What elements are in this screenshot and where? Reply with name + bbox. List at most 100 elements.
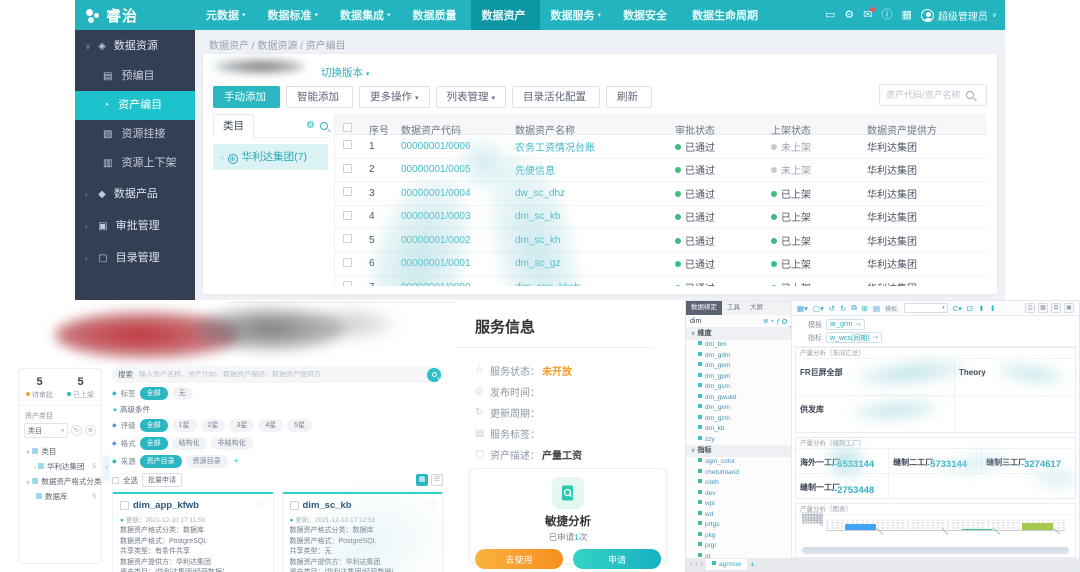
paste-icon[interactable]: ⊞ <box>862 304 868 313</box>
toolbar-button[interactable]: 刷新 <box>606 86 652 108</box>
gear-icon[interactable]: ⚙ <box>844 10 854 21</box>
tree-item[interactable]: ∨类目 <box>19 444 101 459</box>
dimension-item[interactable]: dm_gwukd <box>686 393 791 404</box>
tree-node-group[interactable]: ›⊕华利达集团(7) <box>213 144 328 170</box>
collapse-handle[interactable]: › <box>103 455 110 481</box>
dimension-item[interactable]: dm_bm <box>686 340 791 351</box>
favorite-icon[interactable]: ♡ <box>258 499 266 510</box>
asset-name-link[interactable]: dw_sc_dhz <box>515 188 675 199</box>
market-search-input[interactable] <box>139 371 443 378</box>
metric-item[interactable]: pkg <box>686 531 791 542</box>
nav-item[interactable]: 数据标准 ▾ <box>257 0 330 30</box>
filter-pill[interactable]: 4星 <box>258 419 283 432</box>
bi-tab[interactable]: 大屏 <box>745 301 768 315</box>
up-icon[interactable]: ⬆ <box>978 304 984 313</box>
kpi-cell[interactable]: 海外一工厂-6533144 <box>796 449 889 474</box>
add-source-button[interactable]: + <box>234 456 239 466</box>
search-button[interactable] <box>427 368 441 382</box>
asset-code-link[interactable]: 00000001/0003 <box>401 211 515 222</box>
dimension-item[interactable]: dm_gem <box>686 361 791 372</box>
row-checkbox[interactable] <box>343 234 352 243</box>
bi-tab[interactable]: 工具 <box>722 301 745 315</box>
redo-icon[interactable]: ↻ <box>840 304 846 313</box>
toolbar-button[interactable]: 智能添加 <box>286 86 353 108</box>
metric-item[interactable]: sgm_color <box>686 457 791 468</box>
gear-icon[interactable]: ⚙ <box>85 425 96 436</box>
apps-icon[interactable]: ▦ <box>901 10 911 21</box>
search-icon[interactable] <box>320 122 328 130</box>
filter-pill[interactable]: 5星 <box>287 419 312 432</box>
row-checkbox[interactable] <box>343 211 352 220</box>
asset-name-link[interactable]: dm_sc_gz <box>515 258 675 269</box>
chart-menu-icon[interactable]: ▢▾ <box>813 304 824 313</box>
toolbar-button[interactable]: 手动添加 <box>213 86 280 108</box>
card-checkbox[interactable] <box>290 501 299 510</box>
first-page-icon[interactable]: ‹ <box>690 561 692 568</box>
kpi-cell[interactable]: Theory <box>955 359 1075 396</box>
dimension-item[interactable]: zzy <box>686 435 791 446</box>
dimension-item[interactable]: dm_gxm <box>686 403 791 414</box>
add-sheet-icon[interactable]: + <box>750 560 755 569</box>
user-menu[interactable]: 超级管理员 ∨ <box>921 8 997 23</box>
kpi-cell[interactable]: 缝制一工厂-2753448 <box>796 474 889 499</box>
nav-item[interactable]: 数据资产 <box>471 0 540 30</box>
nav-item[interactable]: 数据服务 ▾ <box>540 0 613 30</box>
asset-name-link[interactable]: dim_app_khsb <box>515 282 675 286</box>
metric-item[interactable]: chetutmand <box>686 468 791 479</box>
sidebar-item[interactable]: ◔ 资产编目 <box>75 91 195 120</box>
sidebar-group[interactable]: ∨ ◈ 数据资源 <box>75 30 195 62</box>
add-icon[interactable]: + <box>771 318 775 325</box>
bi-search-input[interactable]: dim <box>690 318 761 325</box>
use-button[interactable]: 去使用 <box>475 549 563 569</box>
bi-tab[interactable]: 数据绑定 <box>686 301 722 315</box>
dimension-item[interactable]: dm_gpm <box>686 372 791 383</box>
toolbar-button[interactable]: 列表管理▾ <box>436 86 507 108</box>
batch-apply-button[interactable]: 批量申请 <box>142 473 182 487</box>
row-checkbox[interactable] <box>343 164 352 173</box>
filter-pill[interactable]: 2星 <box>201 419 226 432</box>
row-checkbox[interactable] <box>343 281 352 286</box>
dimension-item[interactable]: dm_gsm <box>686 382 791 393</box>
copy-icon[interactable]: ⧉ <box>851 303 856 313</box>
asset-code-link[interactable]: 00000001/0001 <box>401 258 515 269</box>
asset-name-link[interactable]: dm_sc_kb <box>515 211 675 222</box>
close-icon[interactable]: ▣ <box>1064 303 1074 313</box>
category-select[interactable]: 类目▾ <box>24 423 68 438</box>
grid-menu-icon[interactable]: ▦▾ <box>797 304 808 313</box>
dimension-section-header[interactable]: ∨维度 <box>686 328 791 340</box>
asset-name-link[interactable]: 农务工资情况台账 <box>515 139 675 154</box>
info-icon[interactable]: ⓘ <box>881 10 892 21</box>
dimension-item[interactable]: dm_kb <box>686 424 791 435</box>
toolbar-button[interactable]: 目录活化配置 <box>512 86 600 108</box>
function-icon[interactable]: ƒ <box>776 318 780 325</box>
sort-icon[interactable]: ≣ <box>763 317 768 325</box>
kpi-cell[interactable]: FR巨屏全部 <box>796 359 955 396</box>
gear-icon[interactable]: ⚙ <box>306 120 315 131</box>
sidebar-item[interactable]: ▤ 预编目 <box>75 62 195 91</box>
screen-icon[interactable]: ▭ <box>825 10 835 21</box>
binding-select[interactable]: w_wcs(同期)×▾ <box>826 332 882 343</box>
filter-pill[interactable]: 资源目录 <box>186 455 228 468</box>
filter-pill[interactable]: 非结构化 <box>211 437 253 450</box>
layout-icon[interactable]: ▦ <box>1038 303 1048 313</box>
down-icon[interactable]: ⬇ <box>990 304 996 313</box>
message-icon[interactable]: ✉ <box>863 10 872 21</box>
row-checkbox[interactable] <box>343 258 352 267</box>
tree-item[interactable]: 数据库 5 <box>19 489 101 504</box>
asset-code-link[interactable]: 00000001/0004 <box>401 188 515 199</box>
horizontal-scrollbar[interactable] <box>802 547 1069 554</box>
asset-card-title[interactable]: dim_app_kfwb <box>133 500 199 511</box>
sidebar-item[interactable]: ▥ 资源上下架 <box>75 149 195 178</box>
metric-item[interactable]: wd <box>686 510 791 521</box>
apply-button[interactable]: 申请 <box>573 549 661 569</box>
asset-name-link[interactable]: 先便信息 <box>515 162 675 177</box>
asset-code-link[interactable]: 00000001/0000 <box>401 282 515 286</box>
asset-code-link[interactable]: 00000001/0006 <box>401 141 515 152</box>
switch-version-link[interactable]: 切换版本 ▾ <box>321 65 369 80</box>
sidebar-group[interactable]: › ▣ 审批管理 <box>75 210 195 242</box>
card-checkbox[interactable] <box>120 501 129 510</box>
kpi-cell[interactable]: 供发库 <box>796 396 955 433</box>
nav-item[interactable]: 数据安全 <box>612 0 681 30</box>
undo-icon[interactable]: ↺ <box>829 304 835 313</box>
template-select[interactable]: ▾ <box>904 303 948 313</box>
